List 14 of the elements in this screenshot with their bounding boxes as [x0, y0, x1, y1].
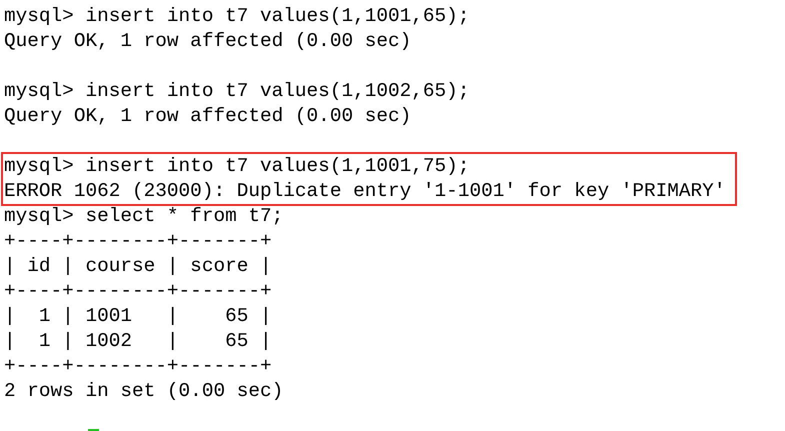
terminal-line: +----+--------+-------+ [4, 354, 273, 379]
terminal-line: 2 rows in set (0.00 sec) [4, 379, 284, 404]
terminal-line: mysql> select * from t7; [4, 204, 284, 229]
terminal-line: mysql> insert into t7 values(1,1002,65); [4, 79, 470, 104]
terminal-line: mysql> insert into t7 values(1,1001,75); [4, 154, 470, 179]
terminal-line: +----+--------+-------+ [4, 229, 273, 254]
terminal-line: +----+--------+-------+ [4, 279, 273, 304]
terminal-line: | 1 | 1001 | 65 | [4, 304, 273, 329]
terminal-line: Query OK, 1 row affected (0.00 sec) [4, 104, 412, 129]
terminal-line: | id | course | score | [4, 254, 273, 279]
terminal-line: Query OK, 1 row affected (0.00 sec) [4, 29, 412, 54]
terminal-line: mysql> insert into t7 values(1,1001,65); [4, 4, 470, 29]
terminal-line: | 1 | 1002 | 65 | [4, 329, 273, 354]
terminal-line: ERROR 1062 (23000): Duplicate entry '1-1001' for key 'PRIMARY' [4, 179, 726, 204]
